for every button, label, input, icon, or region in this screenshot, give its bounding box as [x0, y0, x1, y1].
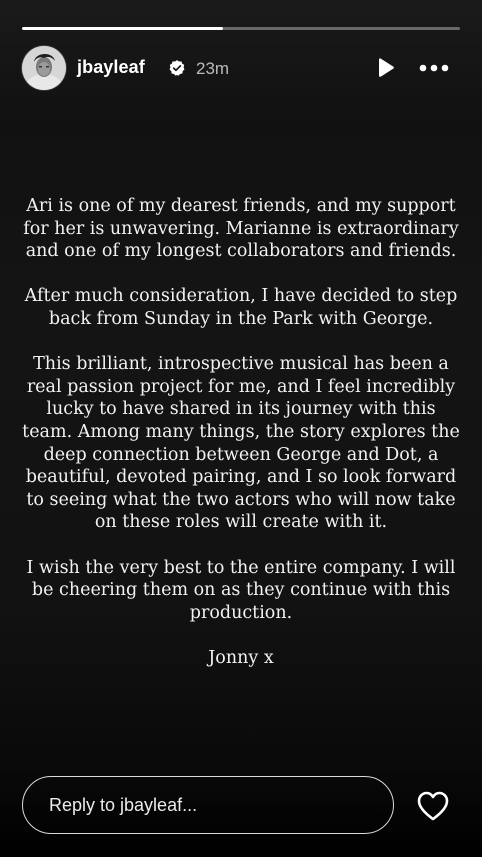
statement-text: Ari is one of my dearest friends, and my… [22, 195, 460, 692]
avatar[interactable] [22, 46, 66, 90]
story-progress-fill [22, 27, 224, 30]
more-options-icon[interactable] [419, 56, 449, 80]
username[interactable]: jbayleaf [77, 57, 145, 78]
heart-icon[interactable] [416, 790, 450, 822]
statement-paragraph: I wish the very best to the entire compa… [26, 557, 456, 623]
story-header: jbayleaf 23m [22, 46, 460, 90]
statement-paragraph: After much consideration, I have decided… [24, 286, 458, 329]
statement-paragraph: This brilliant, introspective musical ha… [22, 354, 460, 533]
avatar-photo-icon [22, 46, 66, 90]
timestamp: 23m [196, 59, 230, 78]
story-viewer: jbayleaf 23m Ari is one of my dearest fr… [0, 0, 482, 857]
reply-input[interactable] [22, 776, 394, 834]
statement-signoff: Jonny x [208, 648, 274, 669]
story-progress-bar [22, 27, 460, 30]
statement-paragraph: Ari is one of my dearest friends, and my… [23, 196, 459, 262]
verified-badge-icon [169, 60, 185, 76]
play-icon[interactable] [373, 56, 397, 80]
